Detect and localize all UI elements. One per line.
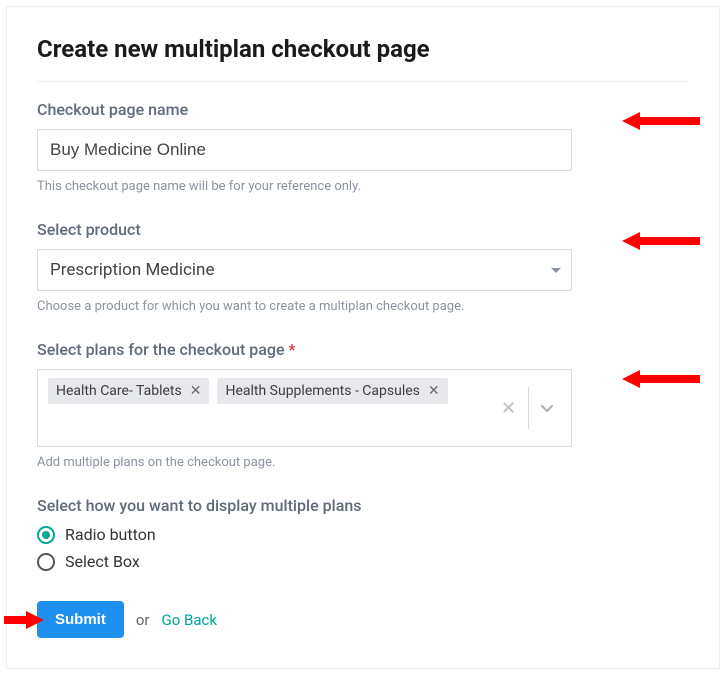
help-select-plans: Add multiple plans on the checkout page. [37, 455, 689, 470]
divider [528, 387, 529, 429]
radio-icon [37, 553, 55, 571]
radio-icon [37, 526, 55, 544]
help-checkout-name: This checkout page name will be for your… [37, 179, 689, 194]
radio-group-display: Radio button Select Box [37, 525, 689, 571]
label-select-plans-text: Select plans for the checkout page [37, 340, 285, 359]
remove-tag-icon[interactable]: ✕ [190, 384, 202, 398]
page-title: Create new multiplan checkout page [37, 17, 689, 82]
remove-tag-icon[interactable]: ✕ [428, 384, 440, 398]
field-select-product: Select product Prescription Medicine Cho… [37, 220, 689, 314]
label-display-mode: Select how you want to display multiple … [37, 496, 689, 515]
help-select-product: Choose a product for which you want to c… [37, 299, 689, 314]
or-text: or [136, 611, 150, 629]
product-select-value: Prescription Medicine [50, 260, 551, 280]
submit-button[interactable]: Submit [37, 601, 124, 638]
multiselect-controls: ✕ [483, 378, 571, 438]
product-select[interactable]: Prescription Medicine [37, 249, 572, 291]
field-checkout-name: Checkout page name This checkout page na… [37, 100, 689, 194]
form-panel: Create new multiplan checkout page Check… [6, 6, 720, 669]
chevron-down-icon[interactable] [533, 400, 561, 416]
radio-option-select-box[interactable]: Select Box [37, 552, 689, 571]
plan-tag-label: Health Care- Tablets [56, 383, 182, 399]
plans-multiselect[interactable]: Health Care- Tablets ✕ Health Supplement… [37, 369, 572, 447]
plan-tag-label: Health Supplements - Capsules [225, 383, 419, 399]
label-select-product: Select product [37, 220, 689, 239]
label-select-plans: Select plans for the checkout page * [37, 340, 689, 359]
clear-all-icon[interactable]: ✕ [493, 398, 524, 419]
plan-tag: Health Supplements - Capsules ✕ [217, 378, 447, 404]
field-select-plans: Select plans for the checkout page * Hea… [37, 340, 689, 470]
form-actions: Submit or Go Back [37, 601, 689, 638]
plan-tag: Health Care- Tablets ✕ [48, 378, 209, 404]
go-back-link[interactable]: Go Back [161, 611, 216, 629]
caret-down-icon [551, 268, 561, 273]
radio-option-radio-button[interactable]: Radio button [37, 525, 689, 544]
label-checkout-name: Checkout page name [37, 100, 689, 119]
radio-label: Radio button [65, 525, 156, 544]
plans-tags-container: Health Care- Tablets ✕ Health Supplement… [48, 378, 483, 438]
checkout-name-input[interactable] [37, 129, 572, 171]
required-asterisk: * [289, 340, 296, 359]
radio-label: Select Box [65, 552, 140, 571]
annotation-arrow-icon [622, 370, 700, 388]
field-display-mode: Select how you want to display multiple … [37, 496, 689, 571]
